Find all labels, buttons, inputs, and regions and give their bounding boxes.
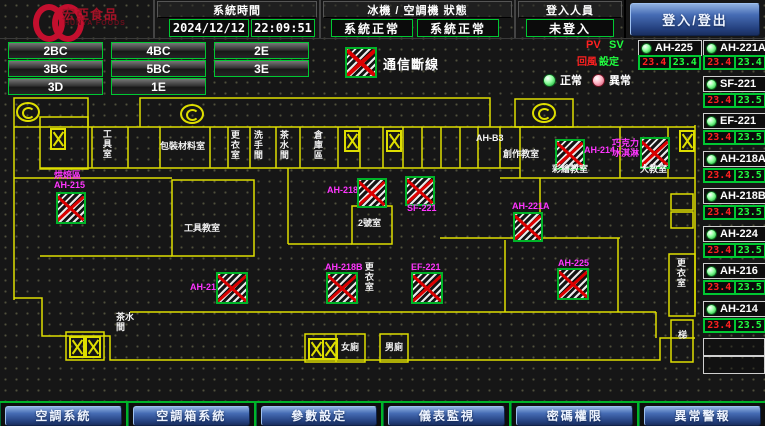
room-label: 茶水間 (116, 313, 140, 333)
room-label: 工具教室 (184, 224, 220, 234)
room-label: 洗手間 (252, 130, 262, 166)
stairs-icon (532, 103, 556, 123)
ahu-commloss-icon-ah-218b[interactable] (326, 272, 358, 304)
nav-button-ahu-system[interactable]: 空調箱系統 (133, 406, 250, 426)
room-label: 倉庫區 (312, 130, 322, 166)
floorplan-walls (0, 0, 765, 426)
ahu-commloss-icon-ah-225[interactable] (557, 268, 589, 300)
room-label: 更衣室 (229, 130, 239, 166)
room-label: 更衣室 (363, 262, 373, 300)
elevator-icon (344, 130, 360, 152)
room-label: 男廁 (385, 343, 403, 353)
elevator-icon (679, 130, 695, 152)
elevator-icon (322, 338, 338, 360)
room-label: 2號室 (358, 219, 381, 229)
room-label: 梯 (678, 331, 687, 341)
nav-button-meter-monitor[interactable]: 儀表監視 (388, 406, 505, 426)
room-label: 茶水間 (278, 130, 288, 166)
room-label: 更衣室 (675, 258, 685, 308)
nav-button-alarm[interactable]: 異常警報 (644, 406, 761, 426)
stairs-icon (16, 102, 40, 122)
ahu-commloss-icon-ah-218a[interactable] (357, 178, 387, 208)
room-label: 創作教室 (503, 150, 539, 160)
ahu-label: 烘焙區 AH-215 (54, 171, 85, 191)
room-label: 大教室 (640, 165, 667, 175)
nav-button-ac-system[interactable]: 空調系統 (5, 406, 122, 426)
nav-cell: 儀表監視 (383, 403, 511, 426)
nav-button-parameter-settings[interactable]: 參數設定 (261, 406, 378, 426)
elevator-icon (386, 130, 402, 152)
bottom-nav: 空調系統 空調箱系統 參數設定 儀表監視 密碼權限 異常警報 (0, 401, 765, 426)
nav-cell: 密碼權限 (511, 403, 639, 426)
ahu-commloss-icon-sf-221[interactable] (405, 176, 435, 206)
room-label: 工具室 (101, 129, 111, 167)
nav-cell: 空調系統 (0, 403, 128, 426)
room-label: 女廁 (341, 343, 359, 353)
ahu-commloss-icon-ah-221a[interactable] (513, 212, 543, 242)
elevator-icon (50, 128, 66, 150)
stairs-icon (180, 104, 204, 124)
room-label: 包裝材料室 (160, 142, 205, 152)
ahu-commloss-icon-ef-221[interactable] (411, 272, 443, 304)
ahu-label: AH-221A (512, 202, 550, 212)
ahu-label: 巧克力 冰淇淋 (612, 139, 639, 159)
elevator-icon (69, 336, 85, 358)
ahu-commloss-icon-ah-215[interactable] (56, 192, 86, 224)
ahu-label: AH-214 (584, 146, 615, 156)
ahu-commloss-icon-ah-216[interactable] (216, 272, 248, 304)
room-label: 彩繪教室 (552, 165, 588, 175)
nav-button-password-authority[interactable]: 密碼權限 (516, 406, 633, 426)
elevator-icon (85, 336, 101, 358)
nav-cell: 異常警報 (639, 403, 765, 426)
hmi-screen: 宏亞食品 HUNYA FOODS 系統時間 2024/12/12 22:09:5… (0, 0, 765, 426)
nav-cell: 空調箱系統 (128, 403, 256, 426)
room-label: AH-B3 (476, 134, 504, 144)
ahu-label: SF-221 (407, 204, 437, 214)
nav-cell: 參數設定 (256, 403, 384, 426)
